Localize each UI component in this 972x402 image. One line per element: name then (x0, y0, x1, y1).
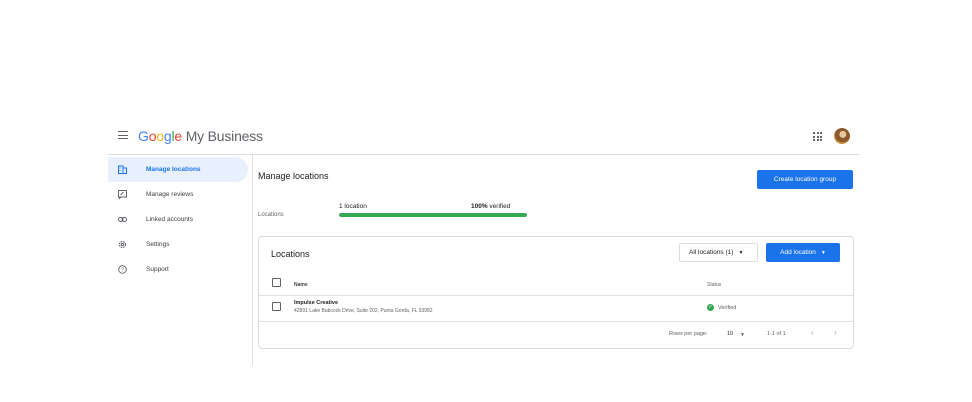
pagination-range: 1-1 of 1 (767, 331, 786, 337)
sidebar-item-label: Settings (146, 241, 170, 248)
row-divider (259, 295, 853, 296)
sidebar-item-label: Manage locations (146, 166, 201, 173)
location-count: 1 location (339, 203, 367, 210)
row-divider (259, 321, 853, 322)
verified-percentage: 100% verified (471, 203, 511, 210)
column-header-status[interactable]: Status (707, 282, 721, 288)
location-address: 42891 Lake Babcock Drive, Suite 202, Pun… (294, 308, 433, 314)
select-all-checkbox[interactable] (272, 278, 281, 287)
sidebar-item-manage-reviews[interactable]: Manage reviews (108, 182, 252, 207)
verified-check-icon: ✓ (707, 304, 714, 311)
locations-summary-label: Locations (258, 212, 284, 218)
apps-grid-icon[interactable] (813, 132, 822, 141)
hamburger-menu-icon[interactable] (118, 131, 128, 139)
location-filter-select[interactable]: All locations (1) ▼ (679, 243, 758, 262)
add-location-button[interactable]: Add location ▼ (766, 243, 840, 262)
building-icon (118, 165, 127, 174)
dropdown-arrow-icon: ▼ (820, 249, 826, 256)
google-my-business-logo: Google My Business (138, 128, 263, 144)
sidebar-item-settings[interactable]: Settings (108, 232, 252, 257)
header-divider (108, 154, 860, 155)
locations-card (258, 236, 854, 349)
link-icon (118, 215, 127, 224)
dropdown-arrow-icon[interactable]: ▼ (740, 332, 745, 338)
sidebar-item-label: Linked accounts (146, 216, 193, 223)
rows-per-page-select[interactable]: 10 (727, 331, 733, 337)
location-name[interactable]: Impulse Creative (294, 300, 338, 306)
chevron-left-icon[interactable]: ‹ (811, 328, 814, 337)
gear-icon (118, 240, 127, 249)
dropdown-arrow-icon: ▼ (738, 249, 744, 256)
row-checkbox[interactable] (272, 302, 281, 311)
chevron-right-icon[interactable]: › (834, 328, 837, 337)
card-title: Locations (271, 249, 310, 259)
verification-progress-fill (339, 213, 527, 217)
filter-value: All locations (1) (689, 249, 734, 256)
product-name: My Business (185, 128, 263, 144)
sidebar-item-linked-accounts[interactable]: Linked accounts (108, 207, 252, 232)
rows-per-page-label: Rows per page: (669, 331, 708, 337)
svg-text:?: ? (121, 268, 124, 274)
help-icon: ? (118, 265, 127, 274)
review-icon (118, 190, 127, 199)
verification-progress-bar (339, 213, 527, 217)
sidebar-divider (252, 155, 253, 365)
user-avatar[interactable] (834, 128, 850, 144)
create-location-group-button[interactable]: Create location group (757, 170, 853, 189)
sidebar: Manage locations Manage reviews Linked a… (108, 157, 252, 282)
column-header-name[interactable]: Name (294, 282, 308, 288)
status-badge: Verified (718, 305, 737, 311)
sidebar-item-manage-locations[interactable]: Manage locations (108, 157, 248, 182)
add-location-label: Add location (780, 249, 816, 256)
sidebar-item-label: Support (146, 266, 169, 273)
sidebar-item-support[interactable]: ? Support (108, 257, 252, 282)
page-title: Manage locations (258, 171, 329, 181)
sidebar-item-label: Manage reviews (146, 191, 194, 198)
